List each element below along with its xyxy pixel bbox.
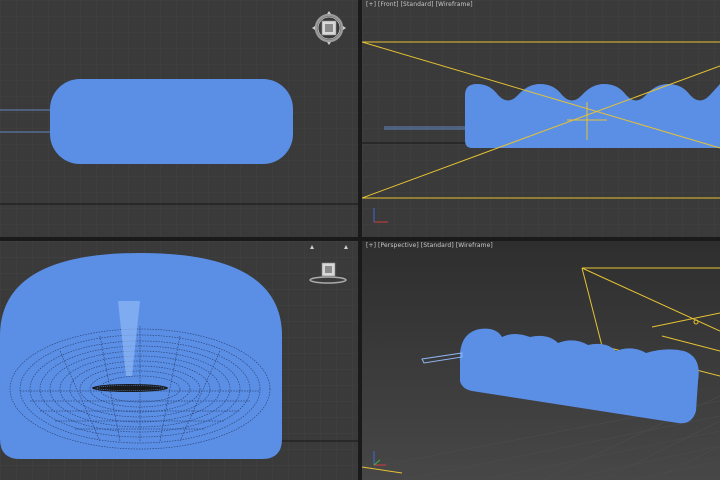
front-view-menu[interactable]: [Front] <box>378 1 399 8</box>
left-viewport[interactable] <box>0 241 358 480</box>
left-viewport-canvas <box>0 241 358 480</box>
top-viewport-canvas <box>0 0 358 237</box>
perspective-viewport-label: [+] [Perspective] [Standard] [Wireframe] <box>366 242 493 249</box>
perspective-shading-menu[interactable]: [Standard] <box>421 242 454 249</box>
front-plus-menu[interactable]: [+] <box>366 1 376 8</box>
front-viewport-canvas <box>362 0 720 237</box>
viewport-divider-horizontal[interactable] <box>0 237 720 241</box>
front-viewport-label: [+] [Front] [Standard] [Wireframe] <box>366 1 473 8</box>
perspective-viewport[interactable]: [+] [Perspective] [Standard] [Wireframe] <box>362 241 720 480</box>
front-shading-menu[interactable]: [Standard] <box>401 1 434 8</box>
perspective-view-menu[interactable]: [Perspective] <box>378 242 419 249</box>
object-top-view <box>50 79 293 164</box>
top-viewport[interactable] <box>0 0 358 237</box>
perspective-viewport-canvas <box>362 241 720 480</box>
front-viewport[interactable]: [+] [Front] [Standard] [Wireframe] <box>362 0 720 237</box>
perspective-mode-menu[interactable]: [Wireframe] <box>456 242 493 249</box>
front-mode-menu[interactable]: [Wireframe] <box>436 1 473 8</box>
perspective-plus-menu[interactable]: [+] <box>366 242 376 249</box>
